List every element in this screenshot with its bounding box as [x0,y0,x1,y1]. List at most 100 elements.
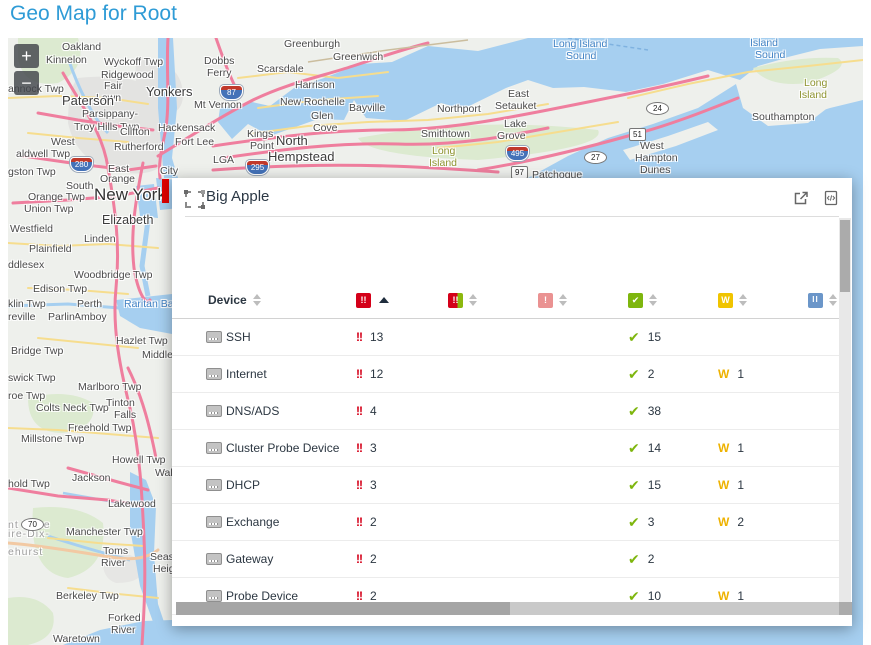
map-town-label: Westfield [10,224,53,235]
down-glyph-icon: !! [356,442,362,454]
map-town-label: North [276,134,308,147]
device-cell[interactable]: Gateway [206,540,273,577]
map-town-label: Harrison [295,80,335,91]
sort-arrows-icon[interactable] [253,294,261,306]
status-cell-down: !!2 [356,540,377,577]
sort-arrows-icon[interactable] [469,294,477,306]
geo-marker-big-apple[interactable] [162,179,169,203]
column-header-paused[interactable]: II [808,282,837,318]
map-town-label: Grove [497,131,526,142]
device-name-link[interactable]: Probe Device [226,589,298,603]
sort-arrows-icon[interactable] [649,294,657,306]
device-name-link[interactable]: SSH [226,330,251,344]
map-town-label: Scarsdale [257,64,304,75]
status-count-link[interactable]: W1 [718,367,744,381]
column-header-down-partial[interactable]: !! [448,282,477,318]
column-header-down-ack[interactable]: ! [538,282,567,318]
sort-arrows-icon[interactable] [829,294,837,306]
status-cell-up: ✔38 [628,392,661,429]
status-count: 3 [370,441,377,455]
map-town-label: gston Twp [8,167,56,178]
device-name-link[interactable]: DHCP [226,478,260,492]
device-icon [206,553,222,565]
status-count-link[interactable]: ✔38 [628,404,661,418]
horizontal-scrollbar[interactable] [176,602,839,615]
vertical-scrollbar-thumb[interactable] [840,220,850,292]
map-zoom-out-button[interactable]: − [14,71,39,95]
device-cell[interactable]: DHCP [206,466,260,503]
status-count-link[interactable]: W2 [718,515,744,529]
map-town-label: Sound [755,50,785,61]
status-count-link[interactable]: !!2 [356,515,377,529]
table-row: DHCP !!3 ✔ 15 W1 [172,466,840,504]
device-name-link[interactable]: DNS/ADS [226,404,279,418]
status-count-link[interactable]: !!13 [356,330,383,344]
column-header-warning[interactable]: W [718,282,747,318]
device-name-link[interactable]: Cluster Probe Device [226,441,339,455]
status-count-link[interactable]: ✔14 [628,441,661,455]
status-count-link[interactable]: !!4 [356,404,377,418]
status-count: 38 [648,404,661,418]
status-count-link[interactable]: ✔ 15 [628,478,661,492]
device-cell[interactable]: SSH [206,318,251,355]
sort-arrows-icon[interactable] [559,294,567,306]
vertical-scrollbar[interactable] [839,218,851,615]
device-name-link[interactable]: Gateway [226,552,273,566]
map-town-label: Long [804,78,827,89]
column-header-device[interactable]: Device [208,282,261,318]
map-town-label: Island [750,38,778,49]
map-town-label: Parlin [48,312,75,323]
up-glyph-icon: ✔ [628,589,640,603]
column-header-label: Device [208,293,247,307]
status-count-link[interactable]: ✔10 [628,589,661,603]
up-glyph-icon: ✔ [628,478,640,492]
map-zoom-in-button[interactable]: + [14,44,39,68]
status-count: 15 [648,478,661,492]
status-count: 2 [370,515,377,529]
status-count-link[interactable]: ✔2 [628,552,654,566]
embed-code-icon[interactable] [822,189,840,207]
down-ack-status-icon: ! [538,293,553,308]
map-town-label: Lake [504,119,527,130]
table-row: SSH !!13 ✔15 [172,318,840,356]
status-count-link[interactable]: !!3 [356,478,377,492]
map-town-label: Greenwich [333,52,383,63]
column-header-up[interactable]: ✔ [628,282,657,318]
device-name-link[interactable]: Internet [226,367,267,381]
status-count-link[interactable]: ✔3 [628,515,654,529]
column-header-down[interactable]: !! [356,282,389,318]
map-town-label: reville [8,312,35,323]
status-count-link[interactable]: W1 [718,441,744,455]
status-count-link[interactable]: W1 [718,589,744,603]
sort-ascending-icon[interactable] [379,297,389,303]
status-count-link[interactable]: !!12 [356,367,383,381]
device-cell[interactable]: Cluster Probe Device [206,429,339,466]
status-count: 3 [648,515,655,529]
status-count-link[interactable]: ✔15 [628,330,661,344]
status-count-link[interactable]: !!2 [356,552,377,566]
map-town-label: Cove [313,123,338,134]
map-town-label: Point [250,141,274,152]
table-header-row: Device!!!!! ✔ W II [172,282,840,319]
device-cell[interactable]: DNS/ADS [206,392,279,429]
horizontal-scrollbar-thumb[interactable] [176,602,510,615]
open-in-window-icon[interactable] [792,189,810,207]
map-town-label: Hampton [635,153,678,164]
map-town-label: Tinton [106,398,135,409]
status-count-link[interactable]: W1 [718,478,744,492]
map-town-label: Union Twp [24,204,73,215]
status-count-link[interactable]: !! 3 [356,441,377,455]
sort-arrows-icon[interactable] [739,294,747,306]
status-count-link[interactable]: ✔2 [628,367,654,381]
popup-divider [185,216,839,217]
device-name-link[interactable]: Exchange [226,515,279,529]
device-cell[interactable]: Exchange [206,503,279,540]
map-town-label: Greenburgh [284,39,340,50]
map-town-label: Dobbs [204,56,234,67]
device-cell[interactable]: Internet [206,355,267,392]
map-town-label: Woodbridge Twp [74,270,152,281]
warning-status-icon: W [718,293,733,308]
map-town-label: Colts Neck Twp [36,403,109,414]
map-town-label: East [508,89,529,100]
status-count-link[interactable]: !!2 [356,589,377,603]
